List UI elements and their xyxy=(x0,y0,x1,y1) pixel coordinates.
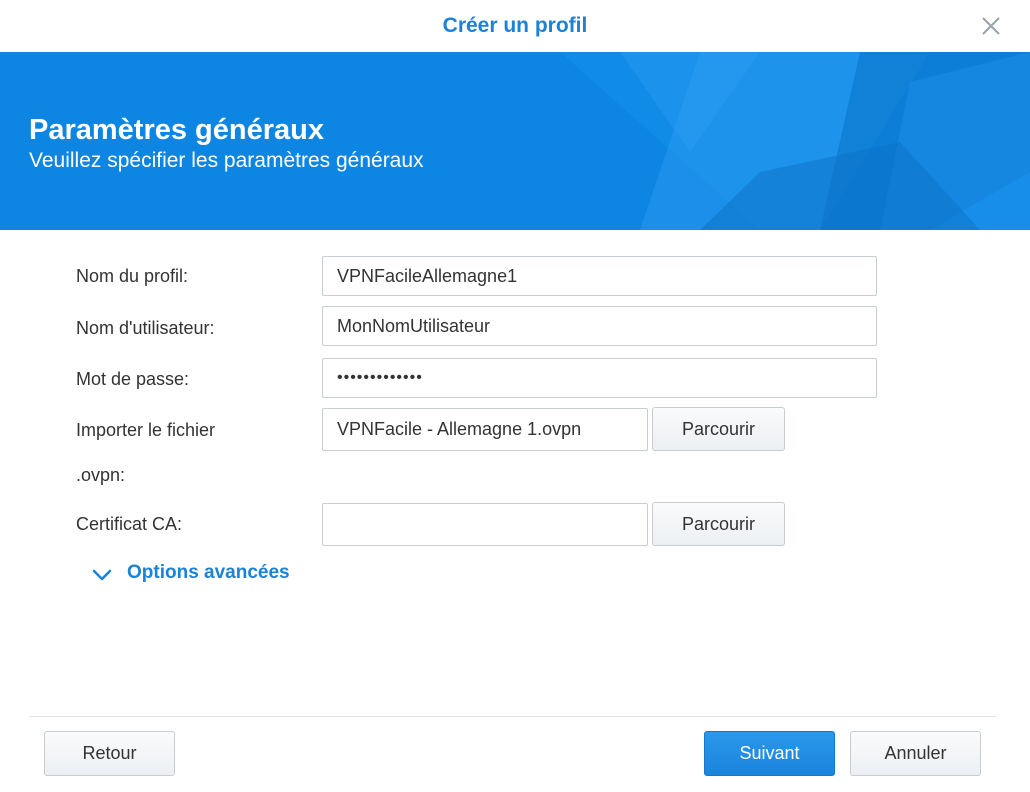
page-subheading: Veuillez spécifier les paramètres généra… xyxy=(29,149,424,172)
chevron-down-icon xyxy=(92,569,112,581)
ca-cert-label: Certificat CA: xyxy=(76,514,183,534)
cancel-button[interactable]: Annuler xyxy=(850,731,981,776)
import-browse-button[interactable]: Parcourir xyxy=(652,407,785,451)
import-file-label: Importer le fichier xyxy=(76,420,216,440)
password-label: Mot de passe: xyxy=(76,369,190,389)
advanced-options-label: Options avancées xyxy=(127,562,290,583)
ca-browse-button[interactable]: Parcourir xyxy=(652,502,785,546)
footer-divider xyxy=(29,716,996,717)
username-input[interactable] xyxy=(322,306,877,346)
page-heading: Paramètres généraux xyxy=(29,114,324,146)
ca-cert-input[interactable] xyxy=(322,503,648,546)
username-label: Nom d'utilisateur: xyxy=(76,318,215,338)
profile-name-input[interactable] xyxy=(322,256,877,296)
close-icon[interactable] xyxy=(978,13,1004,39)
import-file-input[interactable] xyxy=(322,408,648,451)
import-file-label-ext: .ovpn: xyxy=(76,465,126,485)
header-banner: Paramètres généraux Veuillez spécifier l… xyxy=(0,52,1030,230)
back-button[interactable]: Retour xyxy=(44,731,175,776)
dialog-titlebar: Créer un profil xyxy=(0,0,1030,52)
password-input[interactable] xyxy=(322,358,877,398)
dialog-title: Créer un profil xyxy=(442,14,588,37)
profile-name-label: Nom du profil: xyxy=(76,266,189,286)
next-button[interactable]: Suivant xyxy=(704,731,835,776)
